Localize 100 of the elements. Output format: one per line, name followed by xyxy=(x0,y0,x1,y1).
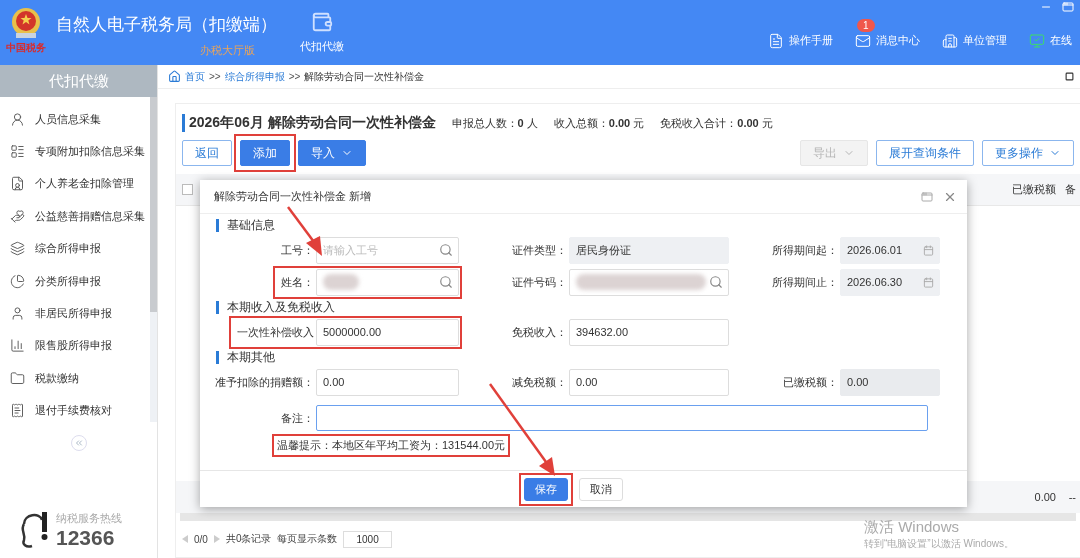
field-label: 一次性补偿收入 xyxy=(237,324,315,340)
scrollbar[interactable] xyxy=(180,513,1076,521)
list-icon xyxy=(10,144,25,160)
toolbar-button[interactable]: 展开查询条件 xyxy=(876,140,974,166)
sidebar-item[interactable]: 退付手续费核对 xyxy=(0,394,148,427)
bar-chart-icon xyxy=(10,338,25,354)
input-field[interactable]: 394632.00 xyxy=(569,318,729,346)
redacted-blur xyxy=(323,274,359,290)
person-icon xyxy=(10,111,25,127)
maximize-icon[interactable] xyxy=(1065,72,1074,81)
field-label: 证件类型： xyxy=(512,242,568,258)
field-label: 所得期间起： xyxy=(772,242,839,258)
notification-badge: 1 xyxy=(857,18,875,32)
field-label: 减免税额： xyxy=(512,374,568,390)
input-field[interactable]: 2026.06.30 xyxy=(840,268,940,296)
input-field[interactable]: 居民身份证 xyxy=(569,236,729,264)
field-label: 所得期间止： xyxy=(772,274,839,290)
page-title: 2026年06月 解除劳动合同一次性补偿金 xyxy=(182,114,436,132)
breadcrumb-link[interactable]: 解除劳动合同一次性补偿金 xyxy=(304,69,425,84)
previous-icon[interactable] xyxy=(182,535,188,543)
hotline-number: 12366 xyxy=(56,525,116,550)
table-cell-text: 0.00 xyxy=(1033,491,1057,503)
input-field[interactable]: 0.00 xyxy=(569,368,729,396)
dialog-button[interactable]: 保存 xyxy=(523,477,568,501)
calendar-icon[interactable] xyxy=(923,244,934,256)
pie-chart-icon xyxy=(10,273,25,289)
field-label: 工号： xyxy=(281,242,315,258)
field-label: 证件号码： xyxy=(512,274,568,290)
field-label: 准予扣除的捐赠额： xyxy=(215,374,315,390)
sidebar-item[interactable]: 税款缴纳 xyxy=(0,362,148,395)
toolbar-button[interactable]: 返回 xyxy=(182,140,232,166)
input-field[interactable]: 2026.06.01 xyxy=(840,236,940,264)
toolbar-button[interactable]: 更多操作 xyxy=(982,140,1074,166)
hand-heart-icon xyxy=(10,208,25,224)
activation-subtitle: 转到“电脑设置”以激活 Windows。 xyxy=(864,537,1014,551)
double-chevron-icon xyxy=(73,437,84,448)
page-size-label: 每页显示条数 xyxy=(277,532,338,546)
sidebar-item[interactable]: 专项附加扣除信息采集 xyxy=(0,135,148,168)
document-icon xyxy=(768,32,784,49)
section-title: 本期其他 xyxy=(216,351,275,364)
remark-field[interactable] xyxy=(316,405,928,431)
sidebar-item[interactable]: 个人养老金扣除管理 xyxy=(0,167,148,201)
home-icon[interactable] xyxy=(168,70,181,83)
record-count: 共0条记录 xyxy=(225,532,272,546)
toolbar-button[interactable]: 导入 xyxy=(298,140,366,166)
building-icon xyxy=(942,32,958,49)
sidebar-item[interactable]: 非居民所得申报 xyxy=(0,297,148,330)
dialog-button[interactable]: 取消 xyxy=(578,477,623,501)
breadcrumb-link[interactable]: 综合所得申报 xyxy=(224,69,285,84)
input-field[interactable]: 5000000.00 xyxy=(316,318,459,346)
page-indicator: 0/0 xyxy=(194,533,208,545)
column-header: 已缴税额 xyxy=(1011,182,1057,197)
sidebar-item[interactable]: 分类所得申报 xyxy=(0,264,148,298)
layers-icon xyxy=(10,241,25,257)
summary-stat: 免税收入合计：0.00 元 xyxy=(660,115,773,131)
edition-label: 办税大厅版 xyxy=(200,43,255,58)
input-field[interactable] xyxy=(316,268,459,296)
monitor-check-icon xyxy=(1029,32,1045,49)
dialog-title: 解除劳动合同一次性补偿金 新增 xyxy=(214,189,373,204)
search-icon[interactable] xyxy=(439,275,453,289)
document-icon xyxy=(10,176,25,192)
window-icon[interactable] xyxy=(921,190,933,203)
section-title: 基础信息 xyxy=(216,219,275,232)
restore-icon[interactable] xyxy=(1062,1,1074,13)
breadcrumb-link[interactable]: 首页 xyxy=(185,69,205,84)
activation-title: 激活 Windows xyxy=(864,518,961,537)
app-title: 自然人电子税务局（扣缴端） xyxy=(56,14,277,36)
input-field[interactable]: 0.00 xyxy=(316,368,459,396)
table-cell-text: -- xyxy=(1067,491,1077,503)
checkbox[interactable] xyxy=(182,184,193,195)
field-label: 备注： xyxy=(281,410,315,426)
hint-text: 温馨提示：本地区年平均工资为：131544.00元 xyxy=(272,434,510,457)
breadcrumb-separator: >> xyxy=(209,71,221,82)
search-icon[interactable] xyxy=(709,275,723,289)
sidebar-item[interactable]: 限售股所得申报 xyxy=(0,329,148,363)
logo-text: 中国税务 xyxy=(6,41,46,55)
sidebar-item[interactable]: 综合所得申报 xyxy=(0,232,148,265)
field-label: 免税收入： xyxy=(512,324,568,340)
mail-icon xyxy=(855,32,871,49)
hotline-label: 纳税服务热线 xyxy=(56,510,122,526)
field-label: 已缴税额： xyxy=(783,374,839,390)
page-size-field[interactable]: 1000 xyxy=(343,530,392,548)
scrollbar[interactable] xyxy=(150,97,157,422)
sidebar-title: 代扣代缴 xyxy=(0,65,157,97)
sidebar-item[interactable]: 公益慈善捐赠信息采集 xyxy=(0,200,148,233)
folder-icon xyxy=(10,370,25,386)
sidebar-item[interactable]: 人员信息采集 xyxy=(0,103,148,136)
person-icon xyxy=(10,306,25,322)
receipt-icon xyxy=(10,403,25,419)
next-icon[interactable] xyxy=(213,535,220,543)
toolbar-button[interactable]: 添加 xyxy=(240,140,290,166)
field-label: 姓名： xyxy=(281,274,315,290)
column-header: 备 xyxy=(1064,182,1077,197)
summary-stat: 收入总额：0.00 元 xyxy=(553,115,645,131)
search-icon[interactable] xyxy=(439,243,453,257)
input-field[interactable]: 0.00 xyxy=(840,368,940,396)
input-field[interactable] xyxy=(569,268,729,296)
summary-stat: 申报总人数：0 人 xyxy=(451,115,538,131)
emblem-icon xyxy=(9,6,43,40)
calendar-icon[interactable] xyxy=(923,276,934,288)
